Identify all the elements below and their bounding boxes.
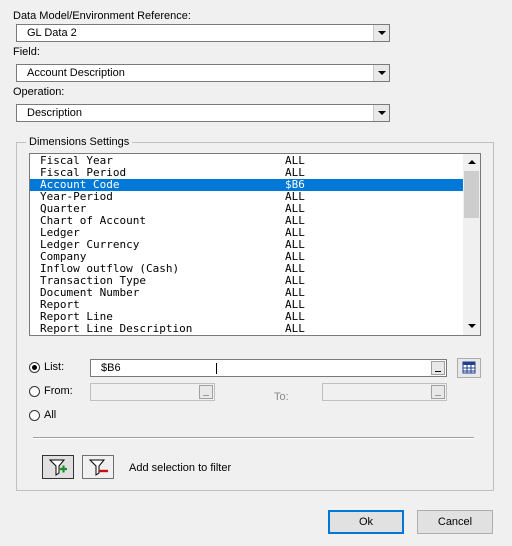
model-label: Data Model/Environment Reference: <box>13 10 191 22</box>
list-scrollbar[interactable] <box>463 154 480 335</box>
add-selection-label: Add selection to filter <box>129 462 232 474</box>
chevron-down-icon[interactable] <box>373 25 389 41</box>
field-value: Account Description <box>27 67 125 79</box>
model-value: GL Data 2 <box>27 27 77 39</box>
dimension-row[interactable]: Ledger Currency ALL <box>30 239 463 251</box>
ok-button[interactable]: Ok <box>328 510 404 534</box>
scroll-thumb[interactable] <box>464 171 479 218</box>
dimension-row[interactable]: Report Line Description ALL <box>30 323 463 335</box>
operation-label: Operation: <box>13 86 65 98</box>
grid-icon <box>462 361 476 374</box>
chevron-down-icon[interactable] <box>373 65 389 81</box>
from-edit-icon[interactable] <box>199 385 213 399</box>
field-label: Field: <box>13 46 40 58</box>
filter-remove-icon <box>88 459 108 476</box>
dimension-value: ALL <box>285 322 305 335</box>
from-input[interactable] <box>90 383 215 401</box>
to-label: To: <box>274 391 289 403</box>
filter-add-icon <box>48 459 67 476</box>
from-radio[interactable] <box>29 386 40 397</box>
grid-select-button[interactable] <box>457 358 481 378</box>
cancel-button[interactable]: Cancel <box>417 510 493 534</box>
add-filter-button[interactable] <box>42 455 74 479</box>
from-label: From: <box>44 385 73 397</box>
to-input[interactable] <box>322 383 447 401</box>
list-edit-icon[interactable] <box>431 361 445 375</box>
list-value: $B6 <box>101 362 121 374</box>
all-label: All <box>44 409 57 421</box>
dimensions-title: Dimensions Settings <box>26 136 133 148</box>
dimension-row[interactable]: Chart of Account ALL <box>30 215 463 227</box>
dimension-row[interactable]: Document Number ALL <box>30 287 463 299</box>
all-radio[interactable] <box>29 410 40 421</box>
dimension-name: Report Line Description <box>40 322 193 335</box>
field-combo[interactable]: Account Description <box>16 64 390 82</box>
remove-filter-button[interactable] <box>82 455 114 479</box>
scroll-up-icon[interactable] <box>464 155 479 170</box>
to-edit-icon[interactable] <box>431 385 445 399</box>
dimensions-list[interactable]: Fiscal Year ALL Fiscal Period ALL Account Co… <box>29 153 481 336</box>
operation-combo[interactable]: Description <box>16 104 390 122</box>
list-label: List: <box>44 361 65 373</box>
model-combo[interactable]: GL Data 2 <box>16 24 390 42</box>
dimension-row[interactable]: Year-Period ALL <box>30 191 463 203</box>
list-input[interactable]: $B6 <box>90 359 447 377</box>
separator <box>33 437 474 439</box>
list-radio[interactable] <box>29 362 40 373</box>
operation-value: Description <box>27 107 83 119</box>
text-caret <box>216 363 217 374</box>
chevron-down-icon[interactable] <box>373 105 389 121</box>
scroll-down-icon[interactable] <box>464 319 479 334</box>
